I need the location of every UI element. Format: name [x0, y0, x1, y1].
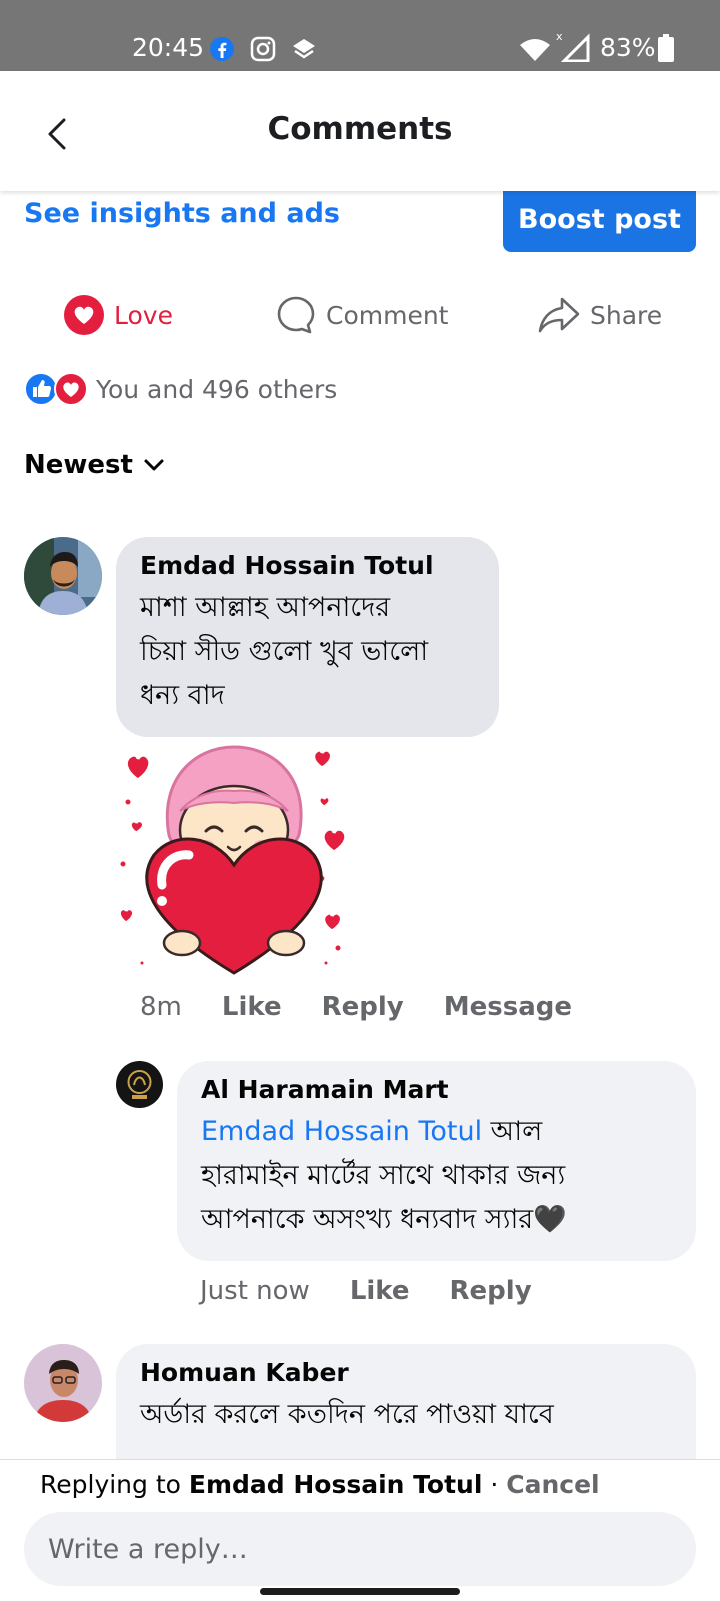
boost-post-button[interactable]: Boost post — [503, 186, 696, 252]
comment-time: 8m — [140, 992, 182, 1022]
status-time: 20:45 — [132, 33, 205, 62]
cell-signal-icon: x — [556, 30, 590, 62]
reply-composer: Replying to Emdad Hossain Totul · Cancel — [0, 1459, 720, 1601]
love-button[interactable]: Love — [64, 290, 173, 340]
reply-time: Just now — [200, 1276, 310, 1306]
chevron-down-icon — [144, 459, 164, 471]
reply-text-line: Emdad Hossain Totul আল — [201, 1110, 672, 1154]
battery-icon — [658, 34, 674, 62]
layers-icon — [293, 39, 315, 59]
comment-text: অর্ডার করলে কতদিন পরে পাওয়া যাবে — [140, 1393, 672, 1437]
facebook-icon — [210, 37, 234, 61]
svg-text:x: x — [556, 30, 563, 43]
sort-label: Newest — [24, 450, 133, 480]
reply-text: Emdad Hossain Totul আল হারামাইন মার্টের … — [201, 1110, 672, 1242]
see-insights-link[interactable]: See insights and ads — [24, 198, 340, 229]
avatar-al-haramain[interactable] — [116, 1061, 163, 1108]
battery-percent: 83% — [600, 33, 656, 62]
status-bar: 20:45 x 83% — [0, 0, 720, 71]
cancel-reply-button[interactable]: Cancel — [506, 1470, 599, 1499]
brand-logo — [116, 1061, 163, 1108]
comment-bubble-emdad[interactable]: Emdad Hossain Totul মাশা আল্লাহ আপনাদের … — [116, 537, 499, 737]
reactions-count-text: You and 496 others — [96, 374, 338, 404]
heart-hug-sticker — [117, 739, 348, 975]
like-reply-button[interactable]: Like — [350, 1276, 410, 1306]
share-arrow-icon — [538, 297, 580, 333]
instagram-icon — [250, 36, 276, 62]
comment-text: মাশা আল্লাহ আপনাদের চিয়া সীড গুলো খুব ভ… — [140, 586, 475, 718]
comment-button[interactable]: Comment — [276, 290, 449, 340]
reply-meta: Just now Like Reply — [200, 1276, 572, 1306]
page-title: Comments — [267, 111, 453, 147]
comment-author[interactable]: Homuan Kaber — [140, 1358, 672, 1387]
avatar-photo — [24, 537, 102, 615]
comment-text-line: অর্ডার করলে কতদিন পরে পাওয়া যাবে — [140, 1399, 554, 1430]
replying-to-label: Replying to Emdad Hossain Totul · Cancel — [40, 1470, 600, 1499]
reply-comment-button[interactable]: Reply — [322, 992, 404, 1022]
like-reaction-icon — [24, 372, 58, 406]
mention-link[interactable]: Emdad Hossain Totul — [201, 1116, 482, 1147]
comment-label: Comment — [326, 300, 449, 330]
comment-bubble-icon — [277, 296, 315, 334]
sort-dropdown[interactable]: Newest — [24, 450, 165, 480]
comment-meta-emdad: 8m Like Reply Message — [140, 992, 612, 1022]
replying-separator: · — [482, 1470, 507, 1499]
like-comment-button[interactable]: Like — [222, 992, 282, 1022]
wifi-icon — [520, 39, 550, 61]
reply-reply-button[interactable]: Reply — [450, 1276, 532, 1306]
comment-author[interactable]: Emdad Hossain Totul — [140, 551, 475, 580]
reply-author[interactable]: Al Haramain Mart — [201, 1075, 672, 1104]
avatar-emdad[interactable] — [24, 537, 102, 615]
reply-text-line: আপনাকে অসংখ্য ধন্যবাদ স্যার🖤 — [201, 1204, 567, 1235]
write-reply-input[interactable] — [24, 1512, 696, 1586]
share-label: Share — [590, 300, 663, 330]
comment-text-line: মাশা আল্লাহ আপনাদের — [140, 592, 391, 623]
love-reaction-icon — [64, 295, 104, 335]
love-label: Love — [114, 300, 173, 330]
share-button[interactable]: Share — [538, 290, 662, 340]
reaction-icons — [24, 372, 88, 406]
love-reaction-icon — [54, 372, 88, 406]
comment-text-line: ধন্য বাদ — [140, 680, 225, 711]
replying-prefix: Replying to — [40, 1470, 189, 1499]
avatar-homuan[interactable] — [24, 1344, 102, 1422]
reply-text-line: হারামাইন মার্টের সাথে থাকার জন্য — [201, 1160, 566, 1191]
replying-to-name: Emdad Hossain Totul — [188, 1470, 483, 1499]
reactions-summary[interactable]: You and 496 others — [24, 372, 337, 406]
reply-bubble-al-haramain[interactable]: Al Haramain Mart Emdad Hossain Totul আল … — [177, 1061, 696, 1261]
message-button[interactable]: Message — [444, 992, 572, 1022]
home-indicator[interactable] — [260, 1588, 460, 1595]
comment-text-line: চিয়া সীড গুলো খুব ভালো — [140, 636, 429, 667]
reply-text-fragment: আল — [482, 1116, 543, 1147]
app-bar: Comments — [0, 71, 720, 191]
avatar-photo — [24, 1344, 102, 1422]
